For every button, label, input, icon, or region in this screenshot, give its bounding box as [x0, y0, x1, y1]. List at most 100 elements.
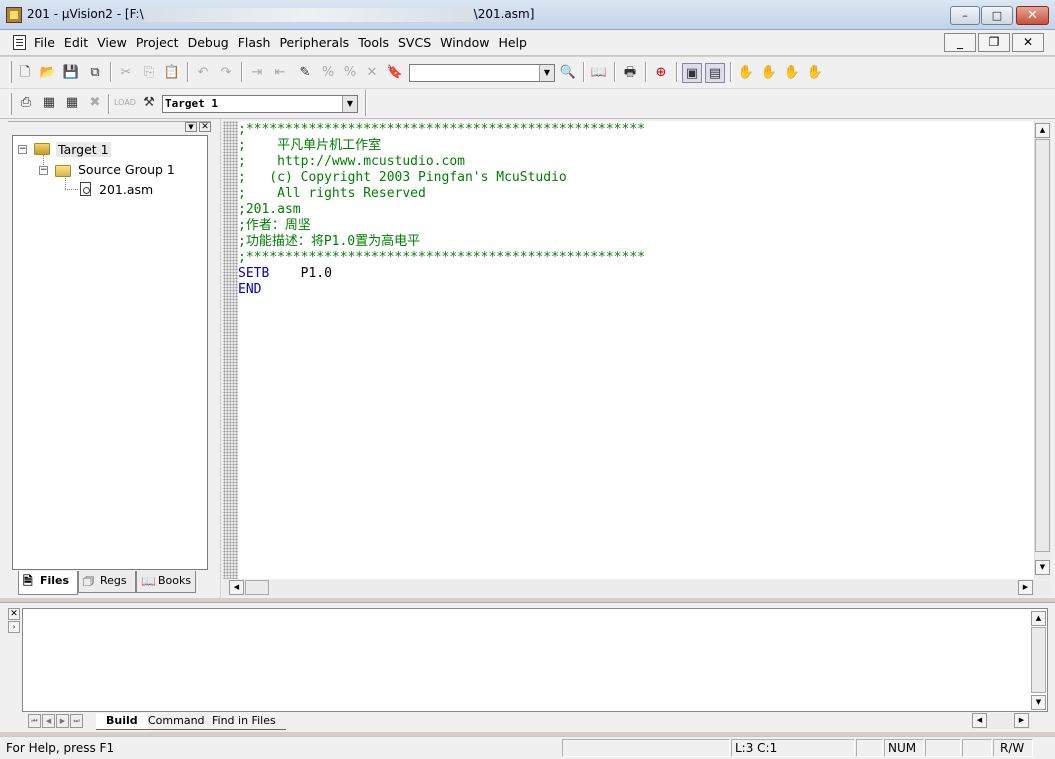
find-combo[interactable]: ▼ [409, 64, 555, 82]
download-icon[interactable]: LOAD [114, 93, 136, 113]
save-icon[interactable]: 💾 [61, 63, 81, 83]
bookmark-toggle-icon[interactable]: ✎ [295, 63, 315, 83]
bookmark-clear-icon[interactable]: ✕ [362, 63, 382, 83]
editor-window: ;***************************************… [221, 119, 1055, 598]
tab-files[interactable]: 🗎 Files [18, 571, 78, 595]
minimize-button[interactable]: – [950, 6, 980, 25]
horizontal-scroll-thumb[interactable] [245, 580, 269, 595]
toolbar-grip[interactable] [9, 61, 12, 83]
chevron-down-icon[interactable]: ▼ [342, 96, 357, 112]
code-line: ; All rights Reserved [238, 186, 426, 201]
mdi-close-button[interactable]: ✕ [1012, 33, 1044, 52]
tab-find-in-files[interactable]: Find in Files [202, 713, 286, 730]
unindent-icon[interactable]: ⇤ [270, 63, 290, 83]
target-combo[interactable]: Target 1 ▼ [162, 95, 358, 113]
bookmark-next-icon[interactable]: % [318, 63, 338, 83]
redacted-path [143, 7, 474, 22]
find-in-files-icon[interactable]: 🔖 [385, 63, 405, 83]
translate-icon[interactable]: ⎙ [16, 93, 36, 113]
menu-window[interactable]: Window [440, 35, 489, 50]
collapse-group-icon[interactable]: − [39, 166, 48, 175]
collapse-target-icon[interactable]: − [18, 145, 27, 154]
menu-svcs[interactable]: SVCS [398, 35, 431, 50]
breakpoint-kill-icon[interactable]: ✋ [805, 63, 825, 83]
bookmark-prev-icon[interactable]: % [340, 63, 360, 83]
window-title: 201 - µVision2 - [F:\ \201.asm] [27, 7, 534, 22]
tab-regs[interactable]: 🗇 Regs [78, 571, 136, 593]
window-title-suffix: \201.asm] [473, 7, 535, 21]
breakpoint-enable-icon[interactable]: ✋ [759, 63, 779, 83]
vertical-scroll-thumb[interactable] [1035, 139, 1050, 552]
browse-icon[interactable]: 📖 [589, 63, 609, 83]
open-icon[interactable]: 📂 [38, 63, 58, 83]
menu-tools[interactable]: Tools [358, 35, 389, 50]
menu-project[interactable]: Project [136, 35, 179, 50]
regs-tab-icon: 🗇 [83, 574, 95, 588]
output-icon[interactable]: ▤ [705, 63, 725, 83]
build-target-icon[interactable]: ▦ [39, 93, 59, 113]
menu-edit[interactable]: Edit [64, 35, 88, 50]
output-horizontal-scrollbar[interactable]: ◀ ▶ [972, 713, 1032, 729]
paste-icon[interactable]: 📋 [162, 63, 182, 83]
maximize-button[interactable]: □ [981, 6, 1013, 25]
last-tab-icon[interactable]: ⏭ [70, 714, 83, 728]
menu-flash[interactable]: Flash [238, 35, 271, 50]
tab-books[interactable]: 📖 Books [136, 571, 196, 593]
next-tab-icon[interactable]: ▶ [56, 714, 69, 728]
copy-icon[interactable]: ⎘ [139, 63, 159, 83]
cut-icon[interactable]: ✂ [116, 63, 136, 83]
chevron-right-icon[interactable]: › [8, 621, 20, 633]
code-line: ;201.asm [238, 202, 301, 217]
scroll-down-icon[interactable]: ▼ [1035, 560, 1050, 575]
code-editor[interactable]: ;***************************************… [238, 121, 1035, 579]
redo-icon[interactable]: ↷ [216, 63, 236, 83]
menu-view[interactable]: View [97, 35, 127, 50]
target-options-icon[interactable]: ⚒ [139, 93, 159, 113]
menu-debug[interactable]: Debug [188, 35, 229, 50]
editor-gutter[interactable] [223, 121, 238, 579]
debug-session-icon[interactable]: ⊕ [651, 63, 671, 83]
build-output[interactable]: ▲ ▼ [22, 608, 1048, 712]
toolbar-separator [365, 90, 367, 116]
window-icon[interactable]: ▣ [682, 63, 702, 83]
menu-help[interactable]: Help [498, 35, 527, 50]
tree-node-file-label: 201.asm [99, 182, 154, 197]
close-button[interactable]: ✕ [1016, 6, 1049, 25]
close-icon[interactable]: ✕ [8, 608, 20, 620]
scroll-right-icon[interactable]: ▶ [1018, 580, 1033, 595]
output-scroll-thumb[interactable] [1031, 627, 1046, 693]
mdi-restore-button[interactable]: ❐ [978, 33, 1010, 52]
close-icon[interactable]: ✕ [199, 122, 211, 132]
chevron-down-icon[interactable]: ▼ [539, 65, 554, 81]
stop-build-icon[interactable]: ✖ [85, 93, 105, 113]
new-file-icon[interactable]: 🗋 [15, 63, 35, 83]
find-icon[interactable]: 🔍 [558, 63, 578, 83]
scroll-left-icon[interactable]: ◀ [972, 713, 987, 728]
breakpoint-disable-icon[interactable]: ✋ [782, 63, 802, 83]
toolbar-grip[interactable] [9, 93, 12, 115]
scroll-right-icon[interactable]: ▶ [1014, 713, 1029, 728]
editor-horizontal-scrollbar[interactable]: ◀ ▶ [223, 580, 1051, 596]
menu-file[interactable]: File [34, 35, 55, 50]
print-icon[interactable]: 🖶 [620, 63, 640, 83]
rebuild-all-icon[interactable]: ▦ [62, 93, 82, 113]
indent-icon[interactable]: ⇥ [247, 63, 267, 83]
breakpoint-icon[interactable]: ✋ [736, 63, 756, 83]
document-icon[interactable] [13, 35, 26, 50]
scroll-up-icon[interactable]: ▲ [1031, 611, 1046, 626]
scroll-left-icon[interactable]: ◀ [229, 580, 244, 595]
scroll-down-icon[interactable]: ▼ [1031, 695, 1046, 710]
status-bar: For Help, press F1 L:3 C:1 NUM R/W [0, 736, 1055, 759]
first-tab-icon[interactable]: ⏮ [28, 714, 41, 728]
output-window: ✕ › ▲ ▼ ⏮ ◀ ▶ ⏭ Build Command Find in Fi… [0, 602, 1055, 732]
menu-peripherals[interactable]: Peripherals [279, 35, 349, 50]
mdi-minimize-button[interactable]: _ [944, 33, 976, 52]
uvision-app-icon[interactable] [6, 7, 22, 23]
chevron-down-icon[interactable]: ▼ [185, 122, 197, 132]
scroll-up-icon[interactable]: ▲ [1035, 123, 1050, 138]
undo-icon[interactable]: ↶ [193, 63, 213, 83]
code-line: ;功能描述：将P1.0置为高电平 [238, 234, 421, 249]
save-all-icon[interactable]: ⧉ [85, 63, 105, 83]
prev-tab-icon[interactable]: ◀ [42, 714, 55, 728]
editor-vertical-scrollbar[interactable]: ▲ ▼ [1034, 121, 1051, 579]
